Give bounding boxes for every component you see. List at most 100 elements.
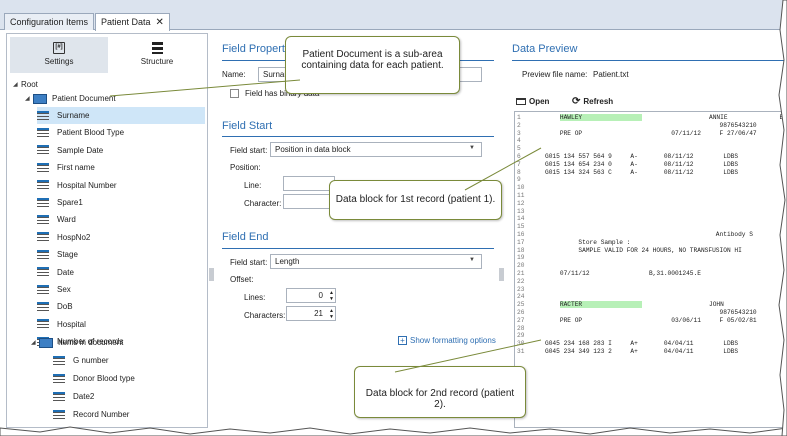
- preview-line: G045 234 168 283 I A+ 04/04/11 LDBS: [545, 340, 739, 348]
- preview-line: G045 234 349 123 2 A+ 04/04/11 LDBS: [545, 348, 739, 355]
- preview-line: PRE OP 03/06/11 F 05/02/81: [545, 316, 757, 324]
- tree-item-field[interactable]: Spare1: [37, 194, 83, 211]
- line-number: 13: [517, 207, 525, 215]
- tree-item-field[interactable]: DoB: [37, 298, 73, 315]
- callout-sub-area: Patient Document is a sub-area containin…: [285, 36, 460, 94]
- expand-triangle-icon[interactable]: ◢: [13, 81, 21, 88]
- sub-area-icon: [39, 337, 53, 348]
- tree-item-field[interactable]: Donor Blood type: [53, 370, 135, 387]
- formatting-link-label: Show formatting options: [410, 336, 496, 345]
- expand-triangle-icon[interactable]: ◢: [25, 95, 33, 102]
- tree-item-field[interactable]: Hospital: [37, 316, 86, 333]
- line-number: 26: [517, 309, 525, 316]
- lines-value: 0: [318, 291, 323, 300]
- line-number: 27: [517, 316, 525, 324]
- line-number: 10: [517, 184, 525, 192]
- tree-item-field[interactable]: G number: [53, 352, 109, 369]
- tree-item-field[interactable]: Date2: [53, 388, 94, 405]
- field-icon: [37, 162, 49, 173]
- data-preview-text[interactable]: 1 HAWLEY ANNIE ER12345678 A 2 9876543210 3…: [514, 111, 787, 428]
- show-formatting-options-link[interactable]: + Show formatting options: [398, 336, 496, 345]
- data-preview-title: Data Preview: [512, 43, 578, 55]
- tree-item-patient-document[interactable]: ◢ Patient Document: [25, 90, 116, 107]
- expand-triangle-icon[interactable]: ◢: [31, 339, 39, 346]
- tree-item-label: Patient Document: [52, 94, 116, 103]
- preview-file-label: Preview file name:: [522, 70, 588, 79]
- line-number: 31: [517, 348, 525, 355]
- settings-button[interactable]: [#] Settings: [10, 37, 108, 73]
- line-number: 19: [517, 254, 525, 262]
- line-number: 24: [517, 293, 525, 301]
- callout-text: Data block for 1st record (patient 1).: [335, 194, 496, 205]
- characters-stepper[interactable]: 21 ▲ ▼: [286, 306, 336, 321]
- field-icon: [53, 391, 65, 402]
- tree-item-field[interactable]: HospNo2: [37, 229, 90, 246]
- line-number: 22: [517, 277, 525, 285]
- structure-panel: [#] Settings Structure ◢ Root ◢ Patient …: [6, 33, 208, 428]
- plus-box-icon: +: [398, 336, 407, 345]
- line-number: 21: [517, 270, 525, 277]
- tree-item-field[interactable]: Surname: [37, 107, 205, 124]
- field-end-value: Length: [275, 257, 300, 266]
- close-icon[interactable]: ✕: [156, 17, 164, 28]
- lines-stepper[interactable]: 0 ▲ ▼: [286, 288, 336, 303]
- field-icon: [37, 284, 49, 295]
- line-input[interactable]: [283, 176, 335, 191]
- tree-item-field[interactable]: Sample Date: [37, 142, 103, 159]
- tree-item-field[interactable]: Stage: [37, 246, 78, 263]
- line-number: 25: [517, 301, 525, 309]
- callout-block-2: Data block for 2nd record (patient 2).: [354, 366, 526, 418]
- tree-item-label: HospNo2: [57, 232, 91, 242]
- line-number: 29: [517, 332, 525, 340]
- tree-item-items-in-document[interactable]: ◢ Items in document: [31, 334, 123, 351]
- character-input[interactable]: [283, 194, 335, 209]
- tree-item-field[interactable]: Date: [37, 264, 74, 281]
- line-label: Line:: [244, 181, 262, 190]
- tree-item-field[interactable]: Record Number: [53, 406, 129, 423]
- tree-item-label: Patient Blood Type: [57, 128, 125, 138]
- field-icon: [37, 127, 49, 138]
- tree-item-field[interactable]: First name: [37, 159, 95, 176]
- open-button[interactable]: Open: [516, 97, 549, 106]
- callout-block-1: Data block for 1st record (patient 1).: [329, 180, 502, 220]
- preview-line: G015 134 654 234 0 A- 08/11/12 LDBS: [545, 160, 739, 168]
- tree-item-label: Surname: [57, 111, 90, 120]
- field-start-select[interactable]: Position in data block ▼: [270, 142, 482, 157]
- preview-line: 9876543210: [545, 121, 757, 129]
- structure-button[interactable]: Structure: [108, 37, 206, 73]
- tree-item-label: Stage: [57, 250, 78, 260]
- tree-item-label: DoB: [57, 302, 73, 312]
- settings-label: Settings: [44, 57, 74, 66]
- settings-icon: [#]: [53, 42, 65, 54]
- binary-data-checkbox[interactable]: [230, 89, 239, 98]
- characters-value: 21: [314, 309, 323, 318]
- field-end-title: Field End: [222, 231, 269, 243]
- field-icon: [53, 373, 65, 384]
- tree-item-field[interactable]: Patient Blood Type: [37, 124, 124, 141]
- line-number: 8: [517, 168, 521, 176]
- tree-item-field[interactable]: Ward: [37, 211, 76, 228]
- field-icon: [37, 110, 49, 121]
- spin-arrows-icon[interactable]: ▲ ▼: [329, 308, 334, 320]
- spin-arrows-icon[interactable]: ▲ ▼: [329, 290, 334, 302]
- line-number: 12: [517, 199, 525, 207]
- refresh-icon: ⟳: [572, 96, 581, 107]
- line-number: 3: [517, 129, 521, 137]
- line-number: 9: [517, 176, 521, 184]
- field-end-select[interactable]: Length ▼: [270, 254, 482, 269]
- tree-item-label: Hospital: [57, 319, 86, 329]
- field-icon: [37, 232, 49, 243]
- line-number: 11: [517, 192, 525, 199]
- tree-item-field[interactable]: Sex: [37, 281, 71, 298]
- line-number: 15: [517, 223, 525, 231]
- splitter-handle[interactable]: [499, 268, 504, 281]
- refresh-button[interactable]: ⟳ Refresh: [572, 96, 613, 107]
- tree-item-field[interactable]: Hospital Number: [37, 177, 117, 194]
- tab-configuration-items[interactable]: Configuration Items: [4, 13, 95, 30]
- tab-patient-data[interactable]: Patient Data ✕: [95, 13, 170, 31]
- tree-item-label: Date: [57, 267, 74, 277]
- tab-label: Patient Data: [101, 17, 151, 27]
- sub-area-icon: [33, 93, 47, 104]
- tree-item-label: Date2: [73, 392, 95, 401]
- character-label: Character:: [244, 199, 282, 208]
